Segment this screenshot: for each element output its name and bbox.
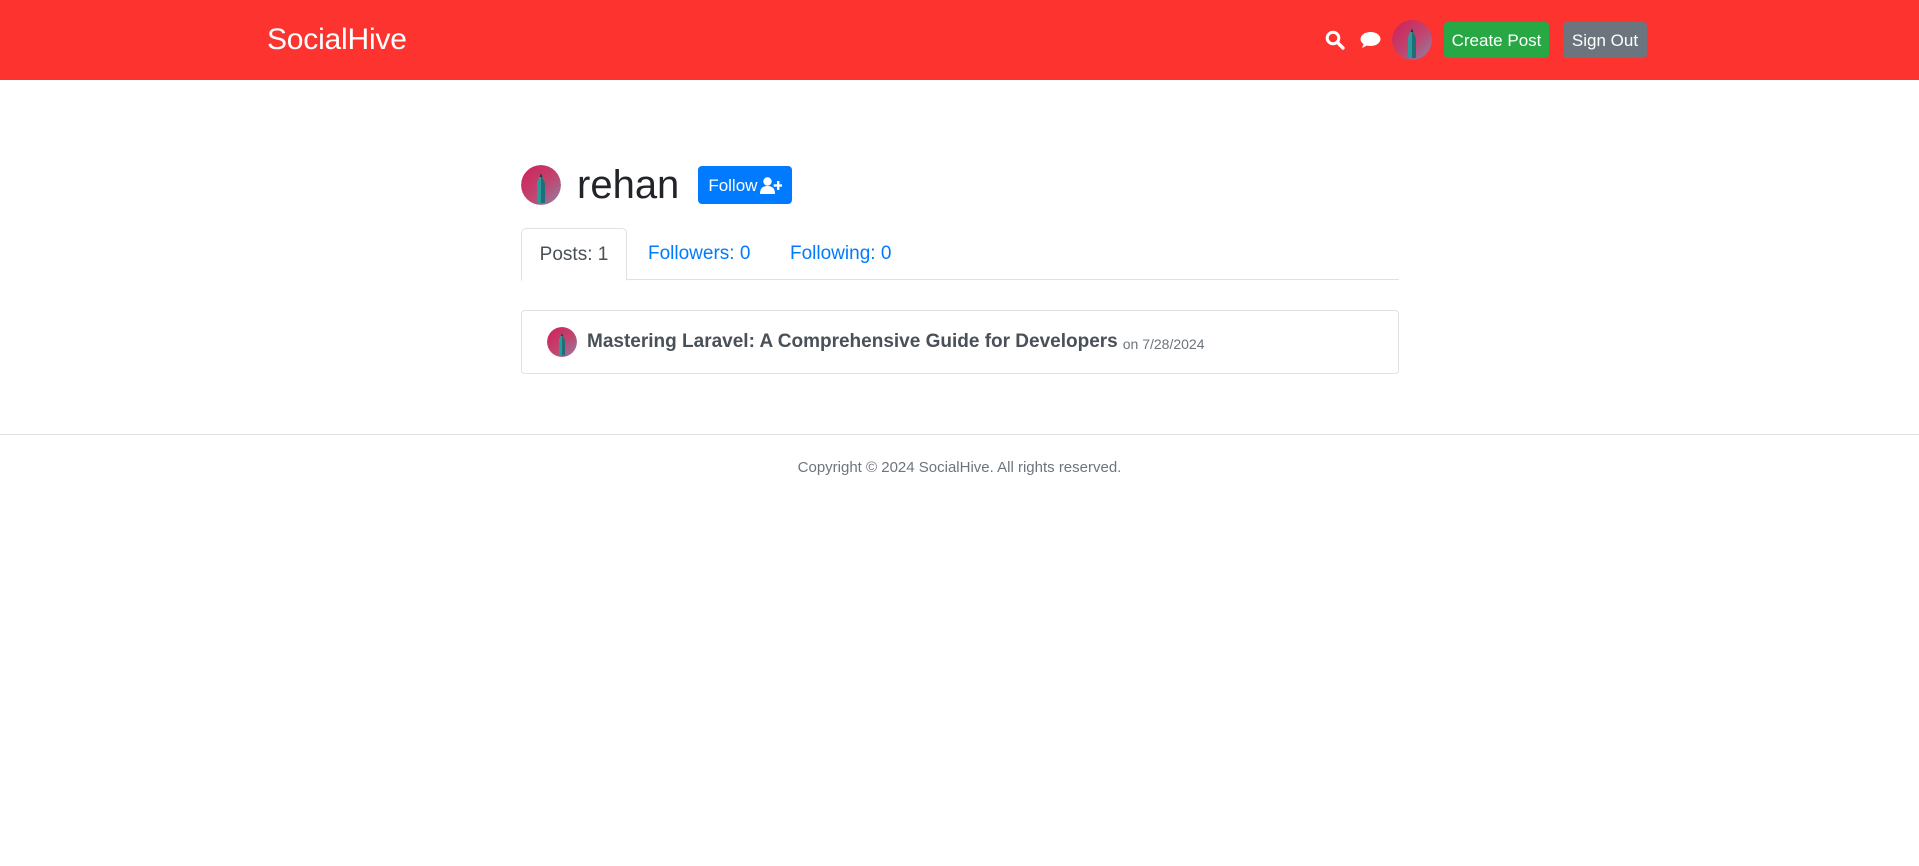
tab-followers[interactable]: Followers: 0 (648, 228, 750, 280)
post-list: Mastering Laravel: A Comprehensive Guide… (521, 310, 1399, 374)
create-post-button[interactable]: Create Post (1444, 22, 1549, 58)
follow-button-label: Follow (708, 175, 758, 195)
profile-avatar (521, 165, 561, 205)
profile-header: rehan Follow (521, 163, 793, 207)
post-avatar (547, 327, 577, 357)
profile-tabs: Posts: 1 Followers: 0 Following: 0 (521, 228, 1399, 281)
profile-username: rehan (577, 163, 680, 207)
post-date: on 7/28/2024 (1122, 335, 1205, 352)
list-item[interactable]: Mastering Laravel: A Comprehensive Guide… (547, 326, 1205, 358)
brand-logo[interactable]: SocialHive (267, 20, 407, 60)
tab-following[interactable]: Following: 0 (790, 228, 891, 280)
chat-icon[interactable] (1357, 27, 1383, 53)
search-icon[interactable] (1322, 27, 1348, 53)
sign-out-button[interactable]: Sign Out (1563, 22, 1647, 58)
user-plus-icon (760, 176, 783, 194)
tab-posts[interactable]: Posts: 1 (521, 228, 627, 281)
user-avatar[interactable] (1392, 20, 1432, 60)
footer-copyright: Copyright © 2024 SocialHive. All rights … (797, 459, 1122, 476)
post-title: Mastering Laravel: A Comprehensive Guide… (587, 331, 1118, 352)
follow-button[interactable]: Follow (698, 166, 793, 204)
footer: Copyright © 2024 SocialHive. All rights … (0, 434, 1919, 494)
navbar-actions: Create Post Sign Out (1322, 0, 1647, 80)
navbar: SocialHive Create Post Sign Out (0, 0, 1919, 80)
